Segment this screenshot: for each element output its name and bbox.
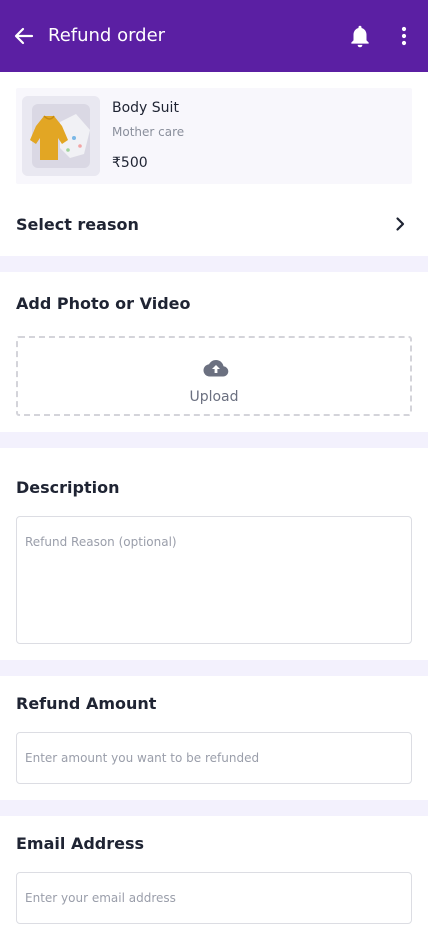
arrow-left-icon[interactable] xyxy=(12,24,36,48)
section-divider xyxy=(0,800,428,816)
refund-amount-input[interactable] xyxy=(16,732,412,784)
add-media-title: Add Photo or Video xyxy=(16,294,191,313)
product-name: Body Suit xyxy=(112,100,179,116)
section-divider xyxy=(0,256,428,272)
chevron-right-icon xyxy=(396,217,405,231)
email-title: Email Address xyxy=(16,834,145,853)
cloud-upload-icon xyxy=(203,360,229,377)
upload-dropzone[interactable]: Upload xyxy=(16,336,412,416)
product-card: Body Suit Mother care ₹500 xyxy=(16,88,412,184)
app-bar: Refund order xyxy=(0,0,428,72)
select-reason-row[interactable]: Select reason xyxy=(0,192,428,256)
select-reason-label: Select reason xyxy=(16,215,139,234)
description-title: Description xyxy=(16,478,120,497)
product-category: Mother care xyxy=(112,125,185,139)
product-price: ₹500 xyxy=(112,155,148,171)
product-image xyxy=(22,96,100,176)
upload-label: Upload xyxy=(189,389,239,405)
bell-icon[interactable] xyxy=(347,23,373,49)
section-divider xyxy=(0,432,428,448)
page-title: Refund order xyxy=(48,25,166,46)
email-input[interactable] xyxy=(16,872,412,924)
refund-amount-title: Refund Amount xyxy=(16,694,157,713)
more-vertical-icon[interactable] xyxy=(392,24,416,48)
description-textarea[interactable] xyxy=(16,516,412,644)
section-divider xyxy=(0,660,428,676)
